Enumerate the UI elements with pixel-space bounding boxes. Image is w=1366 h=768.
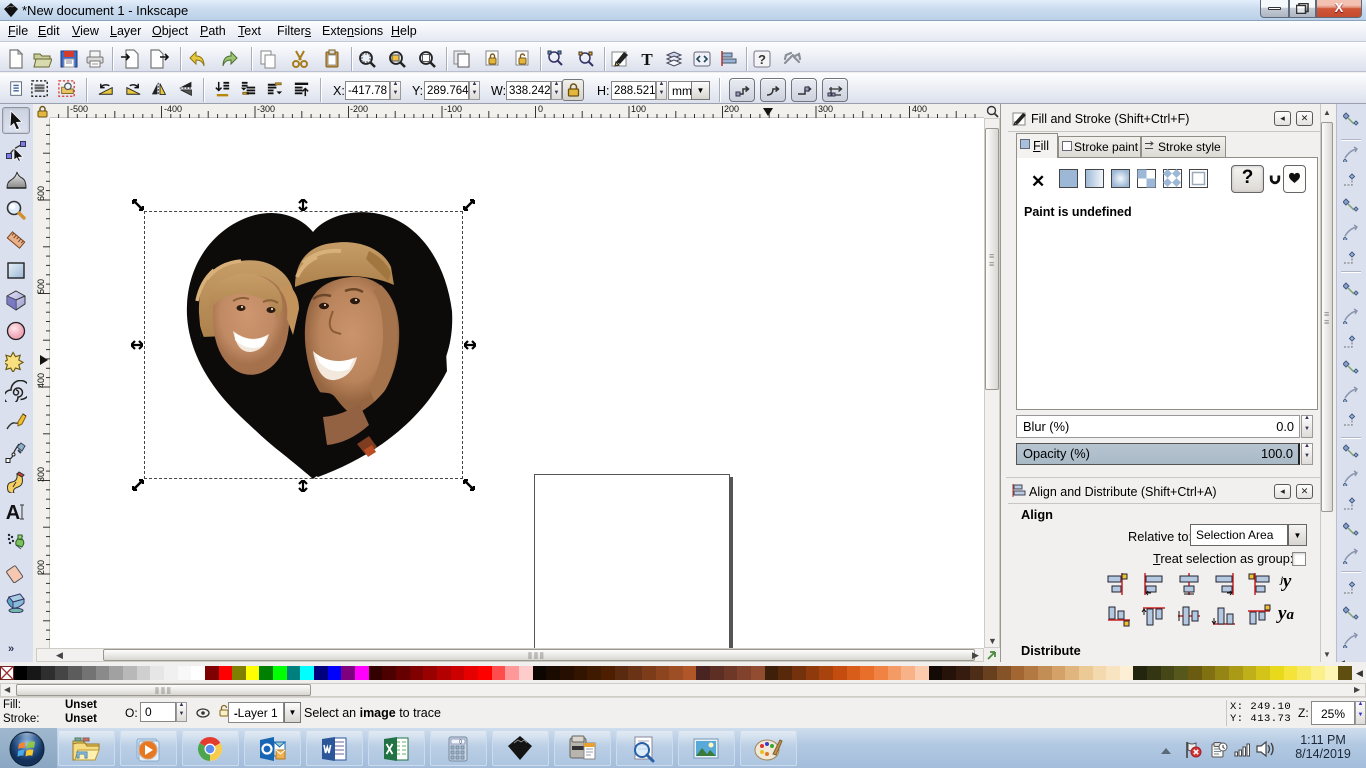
svg-text:T: T [641, 50, 653, 69]
svg-text:0: 0 [459, 740, 462, 746]
svg-text:?: ? [758, 52, 766, 67]
svg-text:A: A [6, 502, 20, 523]
